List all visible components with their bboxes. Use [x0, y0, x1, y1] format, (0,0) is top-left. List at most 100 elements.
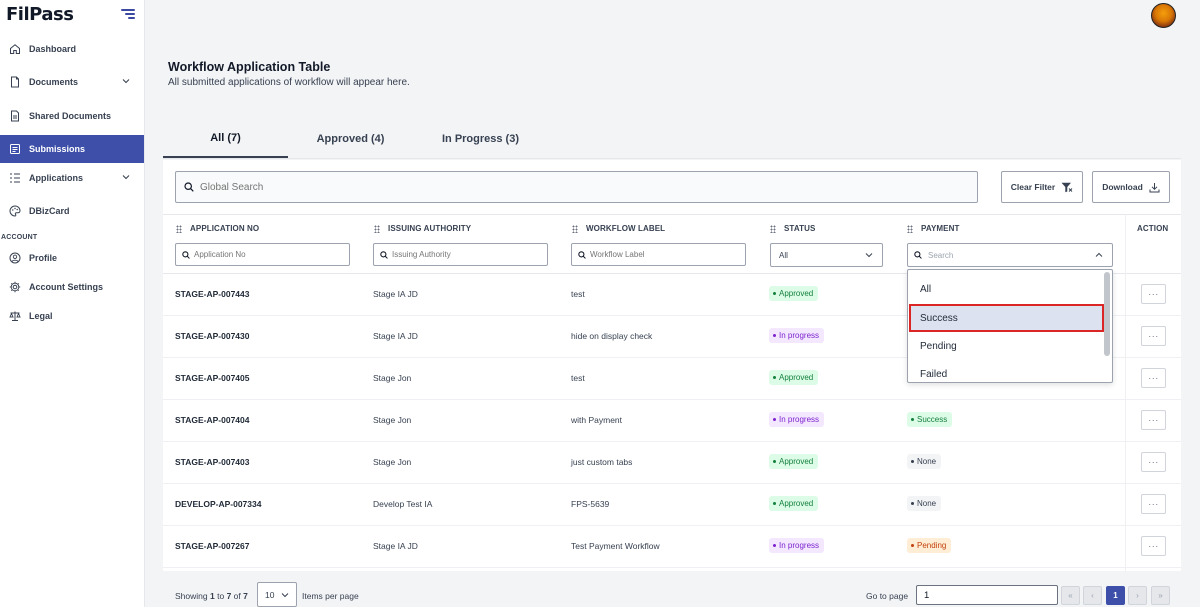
chevron-down-icon[interactable] — [122, 173, 130, 181]
clear-filter-button[interactable]: Clear Filter — [1001, 171, 1083, 203]
issuing-authority-cell: Develop Test IA — [373, 499, 433, 509]
app-logo[interactable]: FilPass — [6, 4, 74, 25]
go-to-page-label: Go to page — [866, 591, 909, 601]
application-no-cell[interactable]: DEVELOP-AP-007334 — [175, 499, 261, 509]
drag-handle-icon[interactable] — [907, 224, 913, 233]
payment-filter-placeholder: Search — [928, 250, 954, 260]
sidebar-item-label: Dashboard — [29, 44, 77, 54]
items-per-page-value: 10 — [265, 589, 275, 600]
dropdown-option-success[interactable]: Success — [909, 304, 1104, 332]
workflow-label-filter-input[interactable] — [590, 250, 730, 259]
table-row[interactable]: STAGE-AP-007404 Stage Jon with Payment I… — [163, 400, 1181, 442]
table-row[interactable]: DEVELOP-AP-007334 Develop Test IA FPS-56… — [163, 484, 1181, 526]
issuing-authority-cell: Stage IA JD — [373, 289, 418, 299]
pagination-bar: Showing 1 to 7 of 7 10 Items per page Go… — [163, 571, 1181, 607]
sidebar-item-shared-documents[interactable]: Shared Documents — [0, 102, 144, 130]
menu-toggle-icon[interactable] — [121, 9, 135, 19]
drag-handle-icon[interactable] — [176, 224, 182, 233]
search-icon — [182, 250, 190, 259]
first-page-button[interactable]: « — [1061, 586, 1080, 605]
status-filter-select[interactable]: All — [770, 243, 883, 267]
sidebar-item-label: Profile — [29, 253, 58, 263]
sidebar-item-dbizcard[interactable]: DBizCard — [0, 197, 144, 225]
drag-handle-icon[interactable] — [374, 224, 380, 233]
column-header-status[interactable]: STATUS — [770, 224, 815, 233]
column-header-workflow-label[interactable]: WORKFLOW LABEL — [572, 224, 665, 233]
issuing-authority-filter[interactable] — [373, 243, 548, 266]
sidebar-item-applications[interactable]: Applications — [0, 164, 144, 192]
table-row[interactable]: STAGE-AP-007267 Stage IA JD Test Payment… — [163, 526, 1181, 568]
dropdown-option-pending[interactable]: Pending — [909, 332, 1104, 360]
global-search-input[interactable] — [200, 181, 900, 193]
table-row[interactable]: STAGE-AP-007403 Stage Jon just custom ta… — [163, 442, 1181, 484]
workflow-label-cell: just custom tabs — [571, 457, 633, 467]
dropdown-option-failed[interactable]: Failed — [909, 360, 1104, 382]
application-no-cell[interactable]: STAGE-AP-007267 — [175, 541, 249, 551]
payment-badge: None — [907, 496, 942, 511]
search-icon — [184, 182, 194, 192]
issuing-authority-filter-input[interactable] — [392, 250, 532, 259]
sidebar-item-submissions[interactable]: Submissions — [0, 135, 144, 163]
workflow-label-cell: with Payment — [571, 415, 623, 425]
workflow-label-filter[interactable] — [571, 243, 746, 266]
tab-all[interactable]: All (7) — [163, 120, 288, 158]
status-badge: Approved — [769, 454, 819, 469]
payment-dropdown-menu: All Success Pending Failed — [907, 269, 1113, 383]
filter-clear-icon — [1061, 182, 1073, 192]
sidebar-item-dashboard[interactable]: Dashboard — [0, 35, 144, 63]
row-actions-button[interactable]: ··· — [1141, 452, 1166, 472]
sidebar-item-label: Submissions — [29, 144, 86, 154]
tab-in-progress[interactable]: In Progress (3) — [413, 120, 548, 158]
issuing-authority-cell: Stage Jon — [373, 415, 412, 425]
application-no-cell[interactable]: STAGE-AP-007443 — [175, 289, 249, 299]
user-avatar[interactable] — [1151, 3, 1176, 28]
sidebar-item-documents[interactable]: Documents — [0, 68, 144, 96]
tab-approved[interactable]: Approved (4) — [288, 120, 413, 158]
drag-handle-icon[interactable] — [770, 224, 776, 233]
application-no-cell[interactable]: STAGE-AP-007403 — [175, 457, 249, 467]
chevron-down-icon — [865, 253, 873, 258]
download-button[interactable]: Download — [1092, 171, 1170, 203]
sidebar-item-profile[interactable]: Profile — [0, 244, 144, 272]
row-actions-button[interactable]: ··· — [1141, 536, 1166, 556]
next-page-button[interactable]: › — [1128, 586, 1147, 605]
row-actions-button[interactable]: ··· — [1141, 326, 1166, 346]
tab-bar: All (7) Approved (4) In Progress (3) — [163, 120, 1181, 159]
column-header-payment[interactable]: PAYMENT — [907, 224, 960, 233]
dropdown-option-all[interactable]: All — [909, 275, 1104, 303]
go-to-page-input[interactable]: 1 — [916, 585, 1058, 605]
chevron-down-icon[interactable] — [122, 77, 130, 85]
status-badge: In progress — [769, 412, 825, 427]
gear-icon — [9, 281, 21, 293]
application-no-cell[interactable]: STAGE-AP-007405 — [175, 373, 249, 383]
row-actions-button[interactable]: ··· — [1141, 494, 1166, 514]
application-no-filter[interactable] — [175, 243, 350, 266]
row-actions-button[interactable]: ··· — [1141, 368, 1166, 388]
column-header-issuing-authority[interactable]: ISSUING AUTHORITY — [374, 224, 471, 233]
page-button-current[interactable]: 1 — [1106, 586, 1125, 605]
workflow-label-cell: test — [571, 373, 585, 383]
items-per-page-select[interactable]: 10 — [257, 582, 297, 607]
status-badge: In progress — [769, 538, 825, 553]
issuing-authority-cell: Stage Jon — [373, 373, 412, 383]
row-actions-button[interactable]: ··· — [1141, 284, 1166, 304]
issuing-authority-cell: Stage IA JD — [373, 331, 418, 341]
global-search[interactable] — [175, 171, 978, 203]
workflow-label-cell: test — [571, 289, 585, 299]
home-icon — [9, 43, 21, 55]
sidebar-item-account-settings[interactable]: Account Settings — [0, 273, 144, 301]
payment-filter-select[interactable]: Search — [907, 243, 1113, 267]
column-header-application-no[interactable]: APPLICATION NO — [176, 224, 259, 233]
application-no-filter-input[interactable] — [194, 250, 334, 259]
payment-badge: Pending — [907, 538, 952, 553]
application-no-cell[interactable]: STAGE-AP-007404 — [175, 415, 249, 425]
sidebar-item-legal[interactable]: Legal — [0, 302, 144, 330]
workflow-label-cell: Test Payment Workflow — [571, 541, 660, 551]
row-actions-button[interactable]: ··· — [1141, 410, 1166, 430]
application-no-cell[interactable]: STAGE-AP-007430 — [175, 331, 249, 341]
search-icon — [380, 250, 388, 259]
last-page-button[interactable]: » — [1151, 586, 1170, 605]
drag-handle-icon[interactable] — [572, 224, 578, 233]
previous-page-button[interactable]: ‹ — [1083, 586, 1102, 605]
dropdown-scrollbar[interactable] — [1104, 272, 1110, 356]
